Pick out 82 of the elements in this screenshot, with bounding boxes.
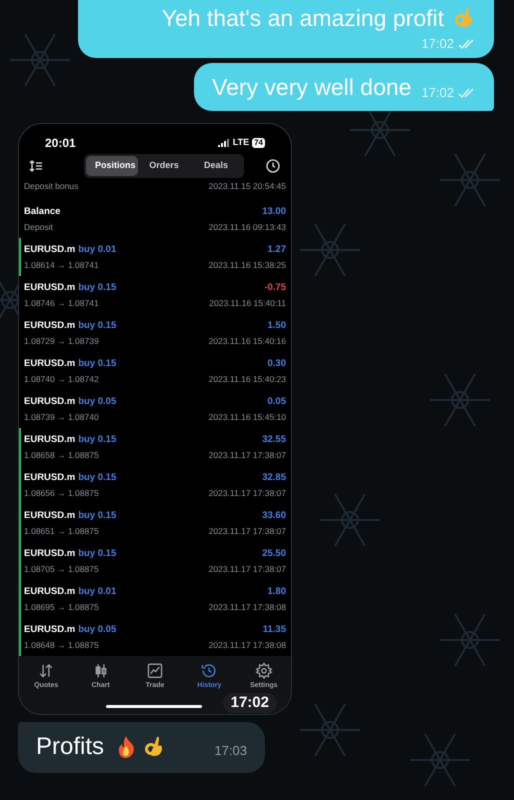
- trade-symbol: EURUSD.m: [24, 280, 76, 295]
- gear-icon: [254, 662, 273, 680]
- trade-side: buy 0.15: [78, 356, 116, 371]
- trade-prices: 1.08739 → 1.08740: [24, 410, 99, 423]
- clock-icon: [265, 158, 281, 174]
- history-icon: [200, 662, 218, 680]
- status-time: 20:01: [45, 135, 76, 152]
- trade-profit: 11.35: [262, 622, 286, 637]
- trade-prices: 1.08648 → 1.08875: [24, 638, 99, 651]
- tab[interactable]: Positions: [86, 156, 138, 176]
- trade-side: buy 0.15: [78, 432, 116, 447]
- trade-date: 2023.11.17 17:38:08: [208, 638, 286, 651]
- trade-date: 2023.11.16 15:40:16: [208, 334, 286, 347]
- trade-date: 2023.11.17 17:38:07: [208, 562, 286, 575]
- signal-icon: [218, 139, 230, 148]
- trade-profit: 32.55: [262, 432, 286, 447]
- trade-symbol: EURUSD.m: [24, 318, 76, 333]
- trade-profit: 32.85: [262, 470, 286, 485]
- message-time: 17:03: [214, 742, 247, 760]
- trade-symbol: EURUSD.m: [24, 546, 76, 561]
- trade-prices: 1.08614 → 1.08741: [24, 258, 99, 271]
- trade-profit: 25.50: [262, 546, 286, 561]
- trade-prices: 1.08651 → 1.08875: [24, 524, 99, 537]
- trade-side: buy 0.15: [78, 508, 116, 523]
- row-date: 2023.11.15 20:54:45: [208, 180, 286, 192]
- trade-symbol: EURUSD.m: [24, 356, 76, 371]
- trade-profit: 0.30: [268, 356, 286, 371]
- trade-symbol: EURUSD.m: [24, 432, 76, 447]
- battery-level: 74: [252, 138, 265, 148]
- read-ticks-icon: [458, 38, 476, 49]
- trade-date: 2023.11.17 17:38:07: [208, 524, 286, 537]
- trade-prices: 1.08705 → 1.08875: [24, 562, 99, 575]
- trade-date: 2023.11.16 15:40:23: [208, 372, 286, 385]
- trade-date: 2023.11.16 15:38:25: [208, 258, 286, 271]
- trade-prices: 1.08729 → 1.08739: [24, 334, 99, 347]
- message-time: 17:02: [421, 84, 454, 102]
- read-ticks-icon: [458, 88, 476, 98]
- trade-side: buy 0.15: [78, 318, 116, 333]
- network-label: LTE: [232, 136, 250, 150]
- trade-date: 2023.11.16 15:45:10: [208, 410, 286, 423]
- trade-profit: 0.05: [268, 394, 286, 409]
- trade-profit: 1.27: [268, 242, 286, 257]
- trade-side: buy 0.15: [78, 546, 116, 561]
- message-text: Yeh that's an amazing profit: [162, 4, 444, 33]
- video-time-badge: 17:02: [222, 692, 277, 712]
- trade-profit: -0.75: [264, 280, 286, 295]
- trade-side: buy 0.15: [78, 470, 116, 485]
- trade-date: 2023.11.17 17:38:08: [208, 600, 286, 613]
- trade-symbol: EURUSD.m: [24, 622, 76, 637]
- trade-side: buy 0.01: [78, 584, 116, 599]
- trade-date: 2023.11.16 15:40:11: [209, 296, 286, 309]
- tab[interactable]: Deals: [190, 156, 242, 176]
- trade-side: buy 0.15: [78, 280, 116, 295]
- trade-side: buy 0.05: [78, 622, 116, 637]
- row-label: Deposit: [24, 220, 53, 233]
- row-amount: 13.00: [262, 204, 286, 219]
- trade-prices: 1.08746 → 1.08741: [24, 296, 99, 309]
- row-label: Deposit bonus: [24, 180, 78, 192]
- trade-symbol: EURUSD.m: [24, 394, 76, 409]
- trade-symbol: EURUSD.m: [24, 508, 76, 523]
- trade-side: buy 0.01: [78, 242, 116, 257]
- row-title: Balance: [24, 204, 60, 219]
- sort-icon: [29, 160, 43, 172]
- trade-symbol: EURUSD.m: [24, 470, 76, 485]
- message-text: Profits: [36, 732, 104, 762]
- trade-profit: 33.60: [262, 508, 286, 523]
- trade-prices: 1.08658 → 1.08875: [24, 448, 99, 461]
- row-date: 2023.11.16 09:13:43: [208, 220, 286, 233]
- trade-symbol: EURUSD.m: [24, 242, 76, 257]
- trade-prices: 1.08695 → 1.08875: [24, 600, 99, 613]
- trade-prices: 1.08656 → 1.08875: [24, 486, 99, 499]
- trade-date: 2023.11.17 17:38:07: [208, 486, 286, 499]
- line-chart-icon: [146, 662, 164, 680]
- message-time: 17:02: [421, 35, 454, 53]
- trade-prices: 1.08740 → 1.08742: [24, 372, 99, 385]
- trade-side: buy 0.05: [78, 394, 116, 409]
- trade-date: 2023.11.17 17:38:07: [208, 448, 286, 461]
- trade-symbol: EURUSD.m: [24, 584, 76, 599]
- trade-profit: 1.50: [268, 318, 286, 333]
- tab[interactable]: Orders: [138, 156, 190, 176]
- message-text: Very very well done: [212, 72, 412, 102]
- trade-profit: 1.80: [268, 584, 286, 599]
